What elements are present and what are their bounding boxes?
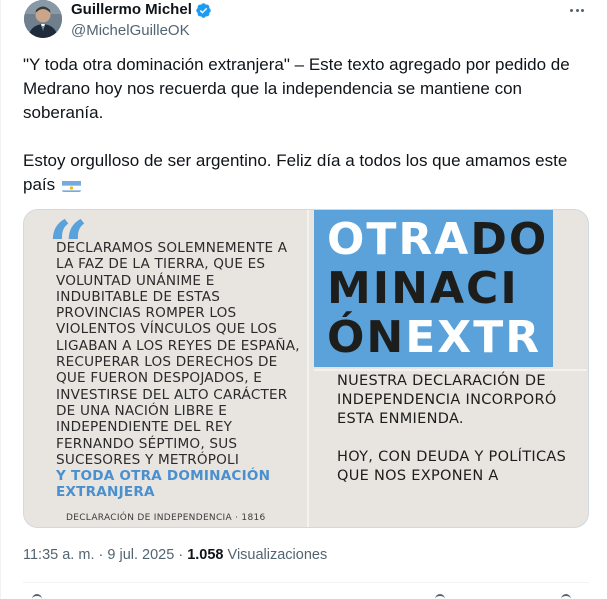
bookmark-icon[interactable] — [435, 594, 445, 599]
views-count: 1.058 — [187, 547, 224, 563]
headline-line-1: OTRADO — [327, 214, 549, 265]
meta-separator-1: · — [98, 547, 104, 563]
meta-separator-2: · — [178, 547, 184, 563]
commentary-paragraph-1: Nuestra declaración de independencia inc… — [337, 373, 557, 427]
panel-rule — [314, 369, 587, 371]
views-label: Visualizaciones — [227, 547, 328, 563]
author-block: Guillermo Michel @MichelGuilleOK — [71, 0, 212, 41]
share-icon[interactable] — [561, 594, 571, 599]
declaration-caption: DECLARACIÓN DE INDEPENDENCIA · 1816 — [66, 513, 266, 523]
declaration-body: Declaramos solemnemente a la faz de la t… — [56, 240, 300, 468]
commentary-paragraph-2: Hoy, con deuda y políticas que nos expon… — [337, 449, 567, 484]
display-name[interactable]: Guillermo Michel — [71, 0, 192, 20]
tweet-paragraph-2-text: Estoy orgulloso de ser argentino. Feliz … — [23, 151, 568, 194]
tweet: Guillermo Michel @MichelGuilleOK "Y toda… — [0, 0, 607, 599]
declaration-highlight: y toda otra dominación extranjera — [56, 468, 271, 501]
verified-badge-icon[interactable] — [195, 2, 212, 19]
tweet-paragraph-2: Estoy orgulloso de ser argentino. Feliz … — [23, 149, 593, 197]
tweet-meta: 11:35 a. m. · 9 jul. 2025 · 1.058 Visual… — [23, 545, 327, 565]
tweet-date[interactable]: 9 jul. 2025 — [107, 547, 174, 563]
reply-icon[interactable] — [32, 594, 42, 599]
action-bar-divider — [23, 582, 589, 583]
commentary-text: Nuestra declaración de independencia inc… — [337, 372, 577, 505]
headline-block: OTRADO MINACI ÓNEXTR — [314, 210, 553, 367]
declaration-text: Declaramos solemnemente a la faz de la t… — [56, 240, 306, 501]
commentary-panel: OTRADO MINACI ÓNEXTR Nuestra declaración… — [309, 210, 588, 527]
tweet-time[interactable]: 11:35 a. m. — [23, 547, 94, 563]
declaration-panel: “ Declaramos solemnemente a la faz de la… — [24, 210, 306, 527]
avatar[interactable] — [24, 0, 62, 38]
headline-line-3: ÓNEXTR — [327, 312, 542, 363]
tweet-image[interactable]: “ Declaramos solemnemente a la faz de la… — [23, 209, 589, 528]
handle[interactable]: @MichelGuilleOK — [71, 21, 212, 41]
more-options-icon[interactable] — [565, 0, 589, 20]
tweet-paragraph-1: "Y toda otra dominación extranjera" – Es… — [23, 55, 570, 122]
tweet-header: Guillermo Michel @MichelGuilleOK — [21, 0, 591, 44]
headline-line-2: MINACI — [327, 263, 519, 314]
tweet-text: "Y toda otra dominación extranjera" – Es… — [23, 53, 593, 221]
argentina-flag-icon — [61, 178, 81, 192]
